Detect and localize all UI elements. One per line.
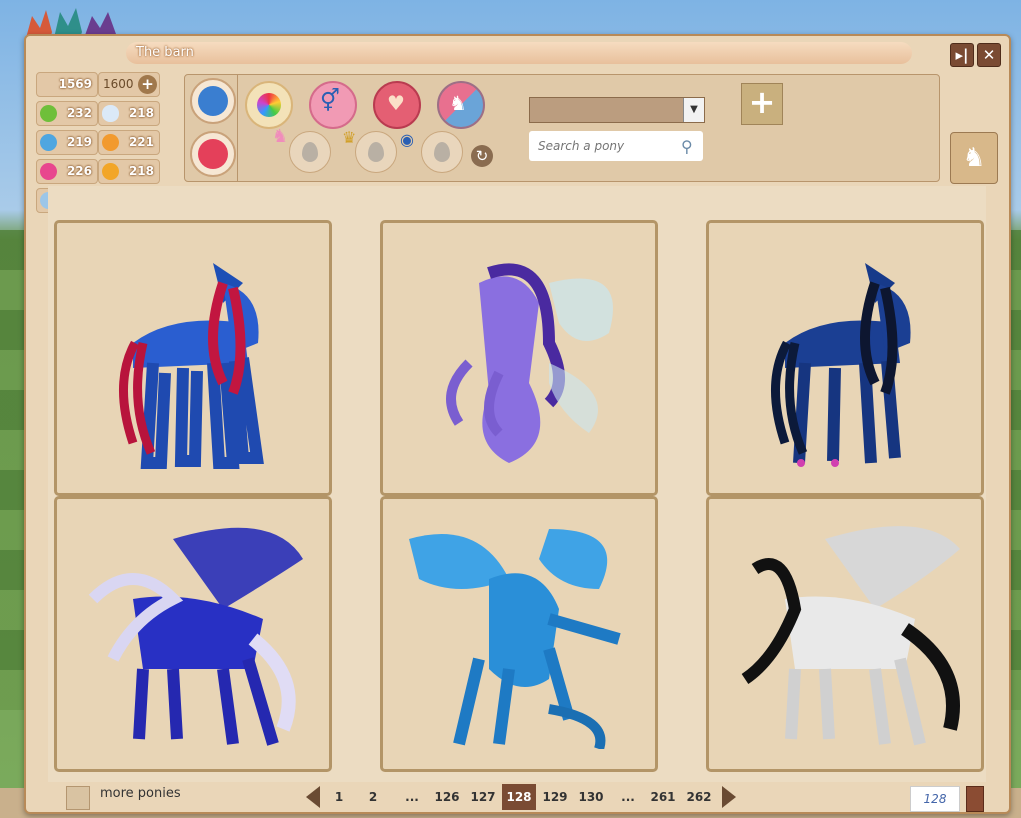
pony-card[interactable] — [380, 220, 658, 496]
refresh-icon: ↻ — [475, 147, 489, 165]
heart-ring-icon: ♥ — [387, 91, 405, 115]
palette-icon — [257, 93, 281, 117]
eye-icon: ◉ — [400, 130, 414, 149]
stat-heart: 226 — [36, 159, 98, 184]
pony-card[interactable] — [706, 220, 984, 496]
filter-love[interactable]: ♥ — [373, 81, 421, 129]
prev-page-arrow-icon[interactable] — [306, 786, 320, 808]
filter-trophy-slot[interactable]: ♛ — [342, 128, 397, 173]
pony-card[interactable] — [380, 496, 658, 772]
add-button[interactable]: + — [741, 83, 783, 125]
water-drops-icon — [40, 134, 57, 151]
pony-cyan-sparkle — [409, 529, 621, 749]
cloud-icon — [102, 105, 119, 122]
pony-grid — [48, 186, 986, 782]
page-ellipsis: ... — [405, 790, 419, 804]
search-input[interactable] — [529, 131, 703, 161]
next-page-arrow-icon[interactable] — [722, 786, 736, 808]
search-icon[interactable]: ⚲ — [681, 137, 693, 156]
page-link[interactable]: 130 — [576, 784, 606, 810]
chevron-down-icon[interactable]: ▼ — [683, 98, 704, 122]
filter-toolbar: ⚥ ♥ ♞ ♞ ♛ ◉ ↻ ▼ ⚲ + — [184, 74, 940, 182]
filter-unicorn-slot[interactable]: ♞ — [272, 126, 331, 173]
more-ponies-checkbox[interactable] — [66, 786, 90, 810]
pony-folder-icon: ♞ — [962, 143, 986, 173]
filter-gender[interactable]: ⚥ — [309, 81, 357, 129]
page-link[interactable]: 1 — [330, 784, 348, 810]
pony-blue-pegasus — [88, 527, 303, 746]
refresh-button[interactable]: ↻ — [471, 145, 493, 167]
close-button[interactable]: ✕ — [977, 43, 1001, 67]
pony-dark-navy — [770, 263, 911, 467]
page-link[interactable]: 262 — [684, 784, 714, 810]
apple-icon — [40, 105, 57, 122]
stat-paw: 218 — [98, 159, 160, 184]
send-pony-button[interactable]: ♞ — [950, 132, 998, 184]
gender-icon: ⚥ — [320, 89, 340, 114]
barn-window: The barn ▸| ✕ 1569 1600 + 232 218 219 22… — [24, 34, 1011, 814]
pony-card[interactable] — [54, 496, 332, 772]
filter-colors[interactable] — [245, 81, 293, 129]
folder-star-icon — [198, 86, 228, 116]
pony-card[interactable] — [706, 496, 984, 772]
stat-fire: 221 — [98, 130, 160, 155]
page-link[interactable]: 261 — [648, 784, 678, 810]
stat-apple: 232 — [36, 101, 98, 126]
heart-icon — [40, 163, 57, 180]
filter-eye-slot[interactable]: ◉ — [400, 130, 463, 173]
stat-water: 219 — [36, 130, 98, 155]
more-ponies-label: more ponies — [100, 786, 181, 801]
tab-favorites[interactable] — [185, 129, 236, 179]
go-page-button[interactable] — [966, 786, 984, 812]
page-number-input[interactable]: 128 — [910, 786, 960, 812]
unicorn-icon: ♞ — [272, 126, 289, 147]
page-link[interactable]: 2 — [364, 784, 382, 810]
stat-counter-secondary: 1600 + — [98, 72, 160, 97]
category-select[interactable]: ▼ — [529, 97, 705, 123]
page-link[interactable]: 127 — [468, 784, 498, 810]
pony-purple-seahorse — [446, 263, 613, 463]
page-current[interactable]: 128 — [502, 784, 536, 810]
minimize-button[interactable]: ▸| — [950, 43, 974, 67]
stat-cloud: 218 — [98, 101, 160, 126]
close-icon: ✕ — [982, 46, 996, 64]
page-link[interactable]: 126 — [432, 784, 462, 810]
page-link[interactable]: 129 — [540, 784, 570, 810]
pony-card[interactable] — [54, 220, 332, 496]
stat-counter-primary: 1569 — [36, 72, 98, 97]
skip-forward-icon: ▸| — [955, 46, 969, 64]
page-ellipsis: ... — [621, 790, 635, 804]
tab-folder[interactable] — [185, 75, 236, 125]
window-title: The barn — [136, 45, 194, 60]
pony-white-black-pegasus — [741, 526, 960, 746]
filter-couple[interactable]: ♞ — [437, 81, 485, 129]
pony-red-mane-blue — [118, 263, 264, 469]
paw-icon — [102, 163, 119, 180]
pony-couple-icon: ♞ — [449, 91, 467, 115]
divider — [237, 75, 238, 181]
title-bar[interactable] — [126, 42, 912, 64]
star-badge-icon — [198, 139, 228, 169]
add-currency-button[interactable]: + — [138, 75, 157, 94]
fire-icon — [102, 134, 119, 151]
trophy-icon: ♛ — [342, 128, 357, 147]
